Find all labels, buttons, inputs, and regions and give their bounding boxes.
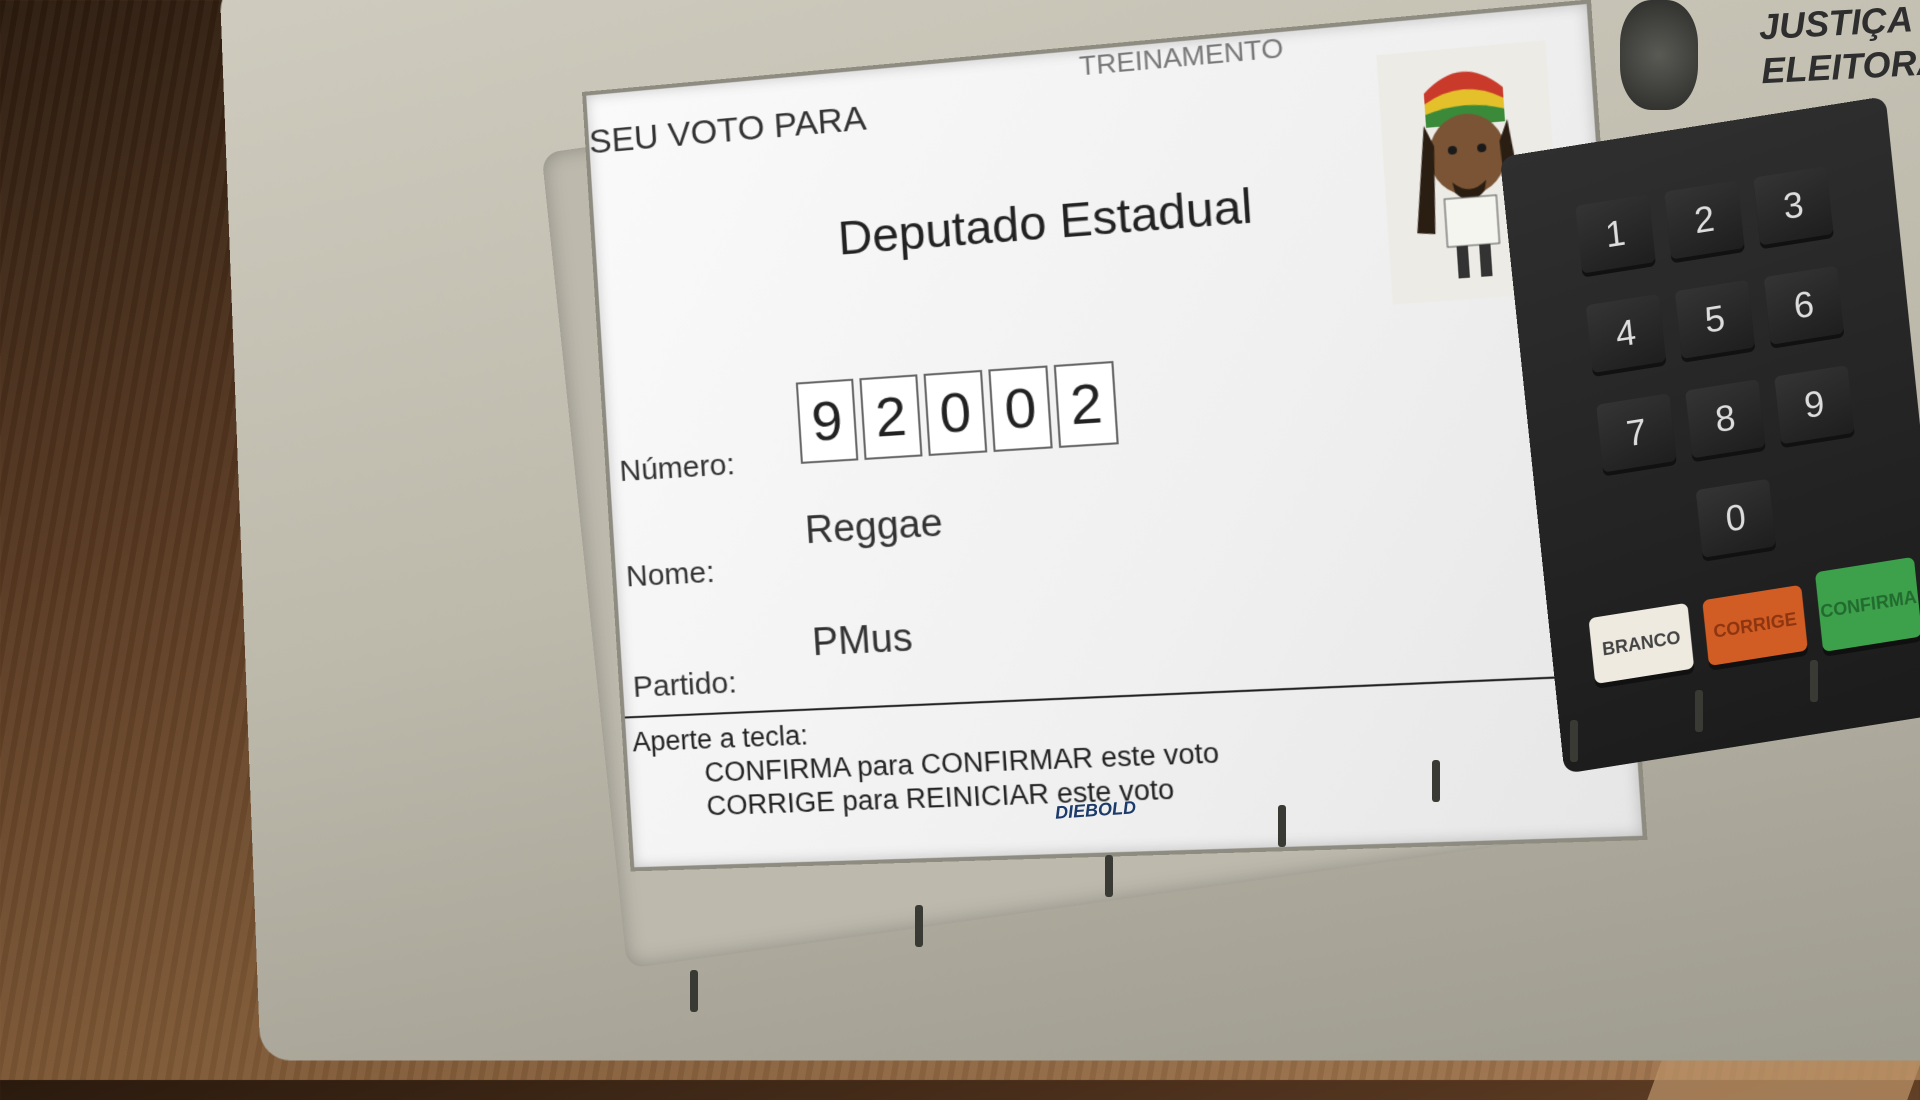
digit-box: 9 — [795, 378, 859, 464]
vent-slot — [1278, 805, 1286, 847]
ballot-screen: SEU VOTO PARA TREINAMENTO Deputado Estad… — [582, 0, 1648, 872]
digit-box: 0 — [923, 369, 988, 457]
key-5[interactable]: 5 — [1674, 279, 1756, 359]
key-0[interactable]: 0 — [1695, 478, 1776, 558]
digit-box: 2 — [1053, 360, 1119, 448]
key-4[interactable]: 4 — [1585, 293, 1666, 374]
number-label: Número: — [618, 447, 736, 489]
vent-slot — [1695, 690, 1703, 732]
key-2[interactable]: 2 — [1664, 180, 1745, 260]
office-title: Deputado Estadual — [836, 178, 1255, 265]
branco-button[interactable]: BRANCO — [1588, 602, 1695, 685]
screen-header: SEU VOTO PARA — [587, 98, 868, 162]
key-9[interactable]: 9 — [1774, 365, 1855, 445]
vent-slot — [1570, 720, 1578, 762]
candidate-name: Reggae — [803, 501, 944, 553]
key-1[interactable]: 1 — [1575, 194, 1656, 274]
vent-slot — [1810, 660, 1818, 702]
vent-slot — [690, 970, 698, 1012]
key-7[interactable]: 7 — [1596, 393, 1677, 473]
vent-slot — [1432, 760, 1440, 802]
coat-of-arms-icon — [1620, 0, 1698, 110]
brand-label: JUSTIÇA ELEITORAL — [1758, 0, 1920, 93]
keypad: 1 2 3 4 5 6 7 8 9 0 BRANCO CORRIGE CONFI… — [1499, 96, 1920, 774]
confirma-button[interactable]: CONFIRMA — [1814, 556, 1920, 652]
party-name: PMus — [810, 616, 914, 665]
digit-box: 0 — [988, 365, 1053, 452]
corrige-button[interactable]: CORRIGE — [1702, 584, 1808, 667]
number-digits: 9 2 0 0 2 — [795, 360, 1119, 464]
name-label: Nome: — [625, 555, 716, 594]
party-label: Partido: — [632, 666, 738, 705]
vent-slot — [1105, 855, 1113, 897]
key-3[interactable]: 3 — [1753, 166, 1834, 246]
key-6[interactable]: 6 — [1763, 265, 1845, 345]
vent-slot — [915, 905, 923, 947]
key-8[interactable]: 8 — [1685, 379, 1766, 459]
digit-box: 2 — [859, 374, 923, 460]
